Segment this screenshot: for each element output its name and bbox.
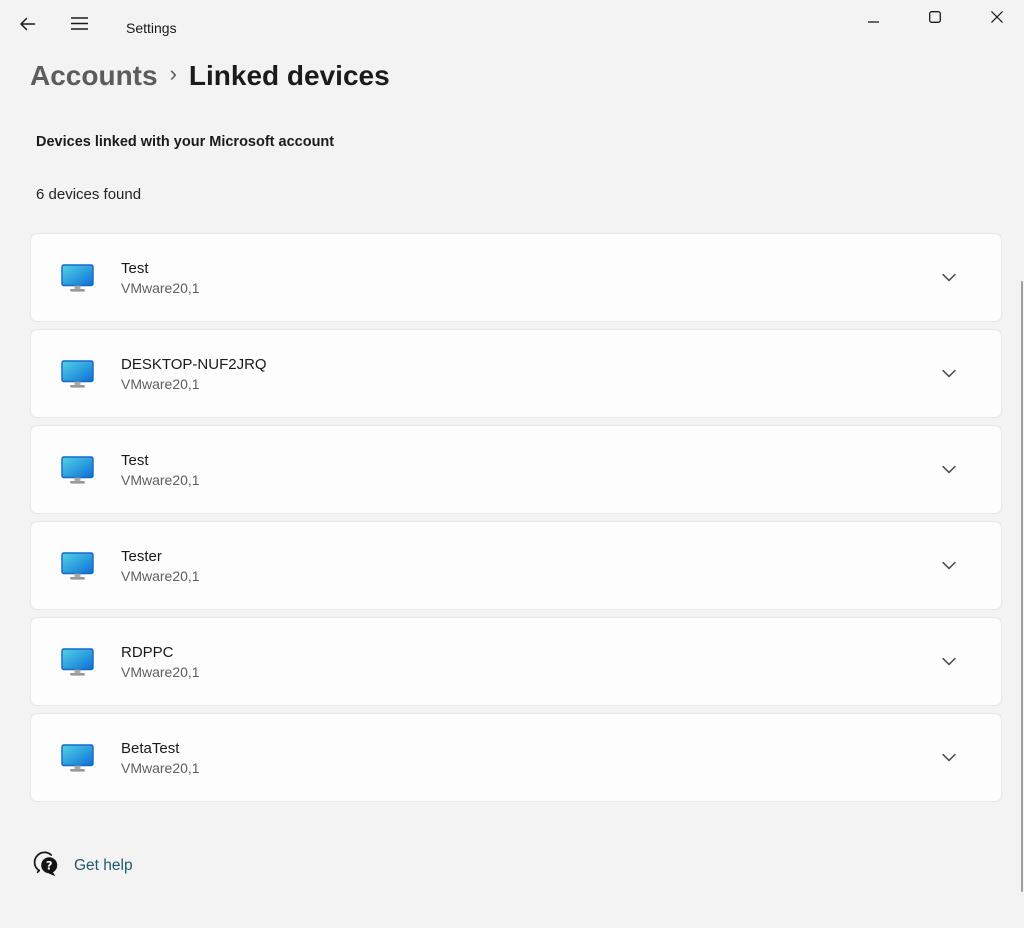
device-row[interactable]: Test VMware20,1 [30,425,1002,514]
device-name: Test [121,451,149,469]
device-text: DESKTOP-NUF2JRQ VMware20,1 [121,356,267,392]
maximize-icon [929,10,941,26]
device-model: VMware20,1 [121,567,200,584]
device-model: VMware20,1 [121,759,200,776]
back-arrow-icon [19,16,36,35]
chevron-down-icon [942,558,956,573]
navigation-menu-button[interactable] [60,8,98,42]
device-row[interactable]: Test VMware20,1 [30,233,1002,322]
settings-window: { "window": { "title": "Settings" }, "br… [0,0,1024,928]
minimize-button[interactable] [850,0,896,36]
device-text: Test VMware20,1 [121,452,200,488]
device-row[interactable]: RDPPC VMware20,1 [30,617,1002,706]
close-button[interactable] [974,0,1020,36]
expand-device-button[interactable] [934,359,964,389]
monitor-icon [61,647,95,676]
device-name: Tester [121,547,162,565]
vertical-scrollbar-thumb[interactable] [1021,281,1023,892]
close-icon [991,10,1003,26]
back-button[interactable] [8,8,46,42]
titlebar: Settings [0,0,1024,48]
hamburger-menu-icon [70,17,88,33]
device-text: BetaTest VMware20,1 [121,740,200,776]
section-heading: Devices linked with your Microsoft accou… [36,134,335,150]
svg-text:?: ? [46,858,53,872]
chevron-down-icon [942,270,956,285]
device-text: RDPPC VMware20,1 [121,644,200,680]
expand-device-button[interactable] [934,743,964,773]
device-text: Test VMware20,1 [121,260,200,296]
monitor-icon [61,263,95,292]
chevron-down-icon [942,462,956,477]
device-row[interactable]: BetaTest VMware20,1 [30,713,1002,802]
device-model: VMware20,1 [121,279,200,296]
device-row[interactable]: DESKTOP-NUF2JRQ VMware20,1 [30,329,1002,418]
chevron-down-icon [942,750,956,765]
device-list: Test VMware20,1 DESKTOP-NUF2JRQ VMware20… [30,233,1002,809]
help-bubble-icon: ? [33,849,59,883]
page-title: Linked devices [188,60,390,91]
breadcrumb-accounts[interactable]: Accounts [30,60,158,92]
get-help-link[interactable]: ? Get help [33,849,133,883]
device-model: VMware20,1 [121,471,200,488]
minimize-icon [867,11,879,26]
device-name: DESKTOP-NUF2JRQ [121,355,267,373]
expand-device-button[interactable] [934,551,964,581]
get-help-label: Get help [74,857,133,874]
expand-device-button[interactable] [934,455,964,485]
device-name: RDPPC [121,643,174,661]
device-model: VMware20,1 [121,663,200,680]
device-row[interactable]: Tester VMware20,1 [30,521,1002,610]
maximize-button[interactable] [912,0,958,36]
chevron-down-icon [942,654,956,669]
monitor-icon [61,743,95,772]
monitor-icon [61,455,95,484]
breadcrumb: Accounts › Linked devices [30,60,390,92]
app-title: Settings [126,20,177,36]
device-model: VMware20,1 [121,375,200,392]
breadcrumb-separator-icon: › [169,61,177,86]
expand-device-button[interactable] [934,647,964,677]
device-name: BetaTest [121,739,180,757]
device-text: Tester VMware20,1 [121,548,200,584]
chevron-down-icon [942,366,956,381]
monitor-icon [61,551,95,580]
device-count-text: 6 devices found [36,186,142,203]
window-controls [850,0,1020,36]
monitor-icon [61,359,95,388]
expand-device-button[interactable] [934,263,964,293]
device-name: Test [121,259,149,277]
